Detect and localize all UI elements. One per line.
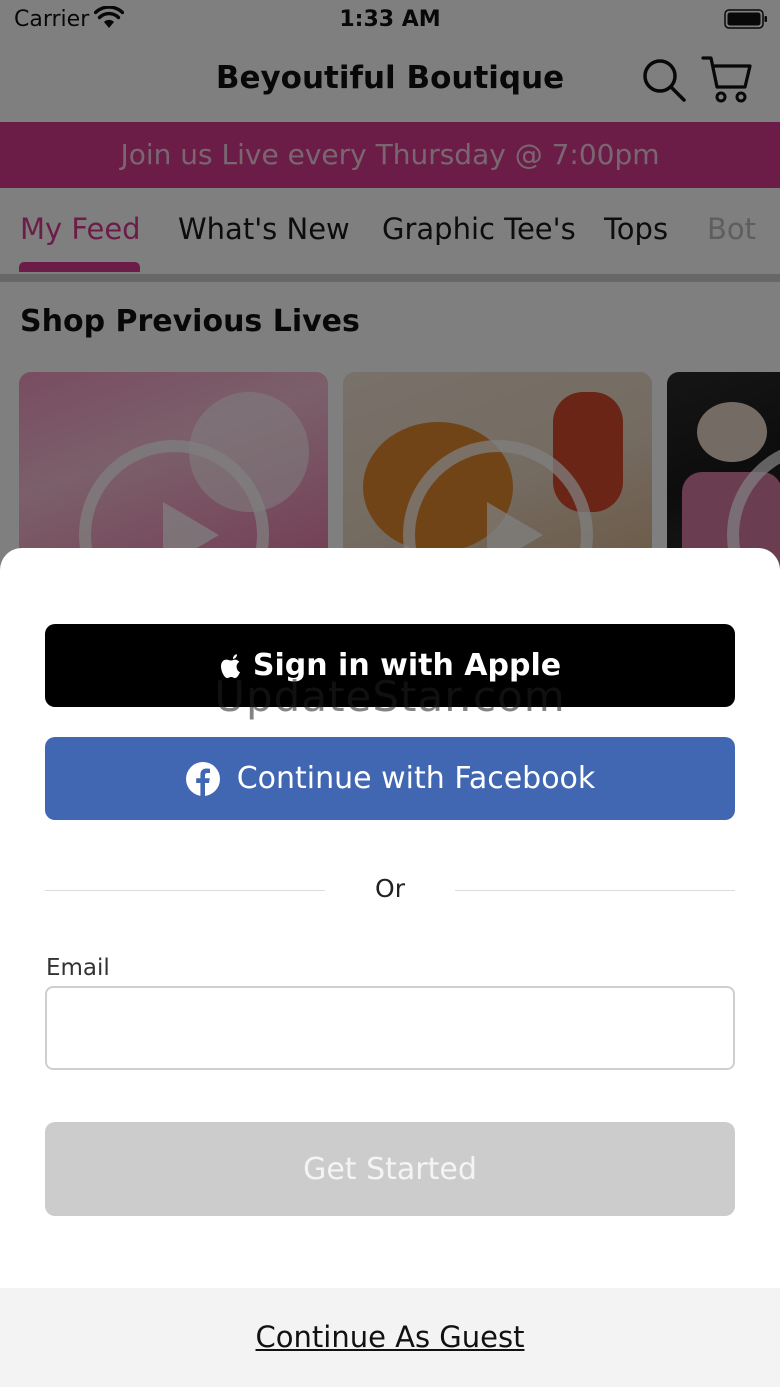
or-divider-text: Or bbox=[375, 874, 405, 903]
email-field[interactable] bbox=[45, 986, 735, 1070]
continue-with-facebook-label: Continue with Facebook bbox=[236, 761, 596, 796]
get-started-button[interactable]: Get Started bbox=[45, 1122, 735, 1216]
watermark: UpdateStar.com bbox=[214, 672, 566, 721]
facebook-icon bbox=[185, 761, 220, 796]
sign-in-sheet: Sign in with Apple UpdateStar.com Contin… bbox=[0, 548, 780, 1387]
guest-footer: Continue As Guest bbox=[0, 1288, 780, 1387]
divider-line bbox=[455, 890, 735, 891]
continue-as-guest-link[interactable]: Continue As Guest bbox=[0, 1320, 780, 1354]
email-label: Email bbox=[46, 955, 110, 981]
continue-with-facebook-button[interactable]: Continue with Facebook bbox=[45, 737, 735, 820]
